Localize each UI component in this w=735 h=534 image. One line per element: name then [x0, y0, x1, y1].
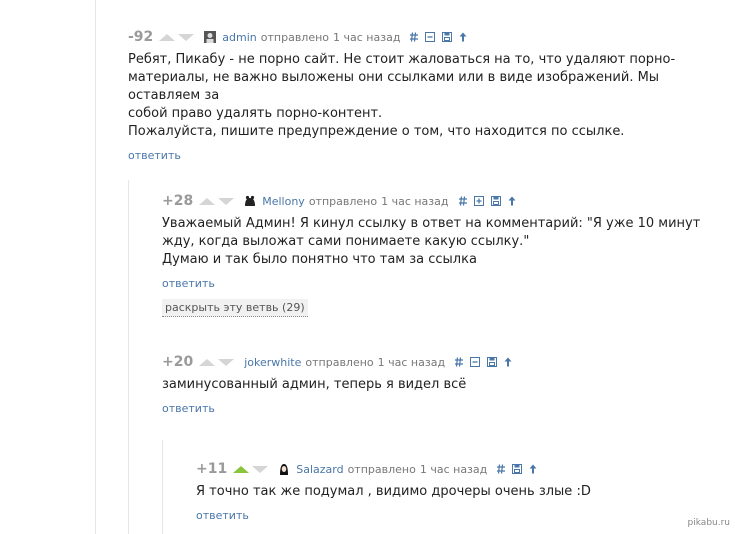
save-icon[interactable] [512, 464, 523, 474]
comment-time[interactable]: 1 час назад [333, 31, 400, 44]
arrow-up-icon[interactable] [508, 196, 516, 206]
vote-controls [199, 358, 235, 366]
expand-branch-button[interactable]: раскрыть эту ветвь (29) [162, 299, 308, 317]
comment-text-line: собой право удалять порно-контент. [128, 106, 383, 121]
comment-text-line: Ребят, Пикабу - не порно сайт. Не стоит … [128, 52, 676, 67]
comment-header: -92 admin отправлено 1 час назад [128, 29, 728, 45]
avatar [204, 31, 217, 43]
hash-icon[interactable] [497, 464, 506, 474]
comment-body: Ребят, Пикабу - не порно сайт. Не стоит … [128, 51, 728, 141]
watermark: pikabu.ru [687, 518, 730, 528]
comment-text-line: жду, когда выложат сами понимаете какую … [162, 234, 530, 249]
reply-link[interactable]: ответить [162, 402, 215, 415]
downvote-icon[interactable] [218, 358, 235, 366]
comment-actions [497, 464, 537, 474]
comment-body: заминусованный админ, теперь я видел всё [162, 376, 722, 394]
comment-actions [458, 196, 516, 206]
save-icon[interactable] [442, 32, 453, 42]
comment-header: +11 Salazard отправлено 1 час назад [196, 461, 696, 477]
sent-label: отправлено [260, 30, 330, 44]
arrow-up-icon[interactable] [459, 32, 467, 42]
sent-label: отправлено [305, 355, 374, 369]
upvote-icon[interactable] [233, 465, 250, 473]
downvote-icon[interactable] [178, 33, 195, 41]
comment: -92 admin отправлено 1 час назад Ребят, … [128, 29, 728, 163]
avatar [280, 464, 289, 475]
sent-label: отправлено [347, 462, 416, 476]
downvote-icon[interactable] [218, 197, 235, 205]
comment-body: Я точно так же подумал , видимо дрочеры … [196, 483, 696, 501]
comment-time[interactable]: 1 час назад [381, 195, 448, 208]
sent-label: отправлено [308, 194, 378, 208]
comment-actions [455, 357, 512, 367]
avatar [245, 195, 256, 206]
comment-text-line: заминусованный админ, теперь я видел всё [162, 377, 467, 392]
vote-controls [159, 33, 195, 41]
vote-controls [233, 465, 269, 473]
comment-rating: +11 [196, 461, 228, 477]
comment-rating: +28 [162, 193, 194, 209]
comment-header: +20 jokerwhite отправлено 1 час назад [162, 354, 722, 370]
vote-controls [199, 197, 235, 205]
comment: +28 Mellony отправлено 1 час назад Уважа… [162, 193, 722, 317]
comment-time[interactable]: 1 час назад [378, 356, 445, 369]
comment: +11 Salazard отправлено 1 час назад Я то… [196, 461, 696, 523]
comment-rating: -92 [128, 29, 154, 45]
collapse-icon[interactable] [470, 357, 481, 367]
save-icon[interactable] [487, 357, 498, 367]
expand-icon[interactable] [473, 196, 484, 206]
thread-rail [95, 0, 96, 534]
comment-text-line: Думаю и так было понятно что там за ссыл… [162, 252, 477, 267]
upvote-icon[interactable] [199, 358, 216, 366]
hash-icon[interactable] [410, 32, 419, 42]
comment-body: Уважаемый Админ! Я кинул ссылку в ответ … [162, 215, 722, 269]
arrow-up-icon[interactable] [504, 357, 512, 367]
comment-actions [410, 32, 467, 42]
downvote-icon[interactable] [252, 465, 269, 473]
comment-author[interactable]: Mellony [262, 195, 305, 208]
upvote-icon[interactable] [199, 197, 216, 205]
save-icon[interactable] [490, 196, 501, 206]
comment-text-line: Я точно так же подумал , видимо дрочеры … [196, 484, 591, 499]
thread-rail [128, 180, 129, 534]
comment: +20 jokerwhite отправлено 1 час назад за… [162, 354, 722, 416]
reply-link[interactable]: ответить [128, 149, 181, 162]
comment-author[interactable]: admin [222, 31, 256, 44]
hash-icon[interactable] [455, 357, 464, 367]
collapse-icon[interactable] [425, 32, 436, 42]
comment-author[interactable]: jokerwhite [244, 356, 301, 369]
reply-link[interactable]: ответить [196, 509, 249, 522]
comment-text-line: материалы, не важно выложены они ссылкам… [128, 70, 660, 103]
comment-text-line: Пожалуйста, пишите предупреждение о том,… [128, 124, 625, 139]
comment-time[interactable]: 1 час назад [420, 463, 487, 476]
hash-icon[interactable] [458, 196, 467, 206]
arrow-up-icon[interactable] [529, 464, 537, 474]
comment-author[interactable]: Salazard [296, 463, 343, 476]
comment-text-line: Уважаемый Админ! Я кинул ссылку в ответ … [162, 216, 701, 231]
comment-rating: +20 [162, 354, 194, 370]
thread-rail [162, 440, 163, 534]
comment-header: +28 Mellony отправлено 1 час назад [162, 193, 722, 209]
upvote-icon[interactable] [159, 33, 176, 41]
reply-link[interactable]: ответить [162, 277, 215, 290]
